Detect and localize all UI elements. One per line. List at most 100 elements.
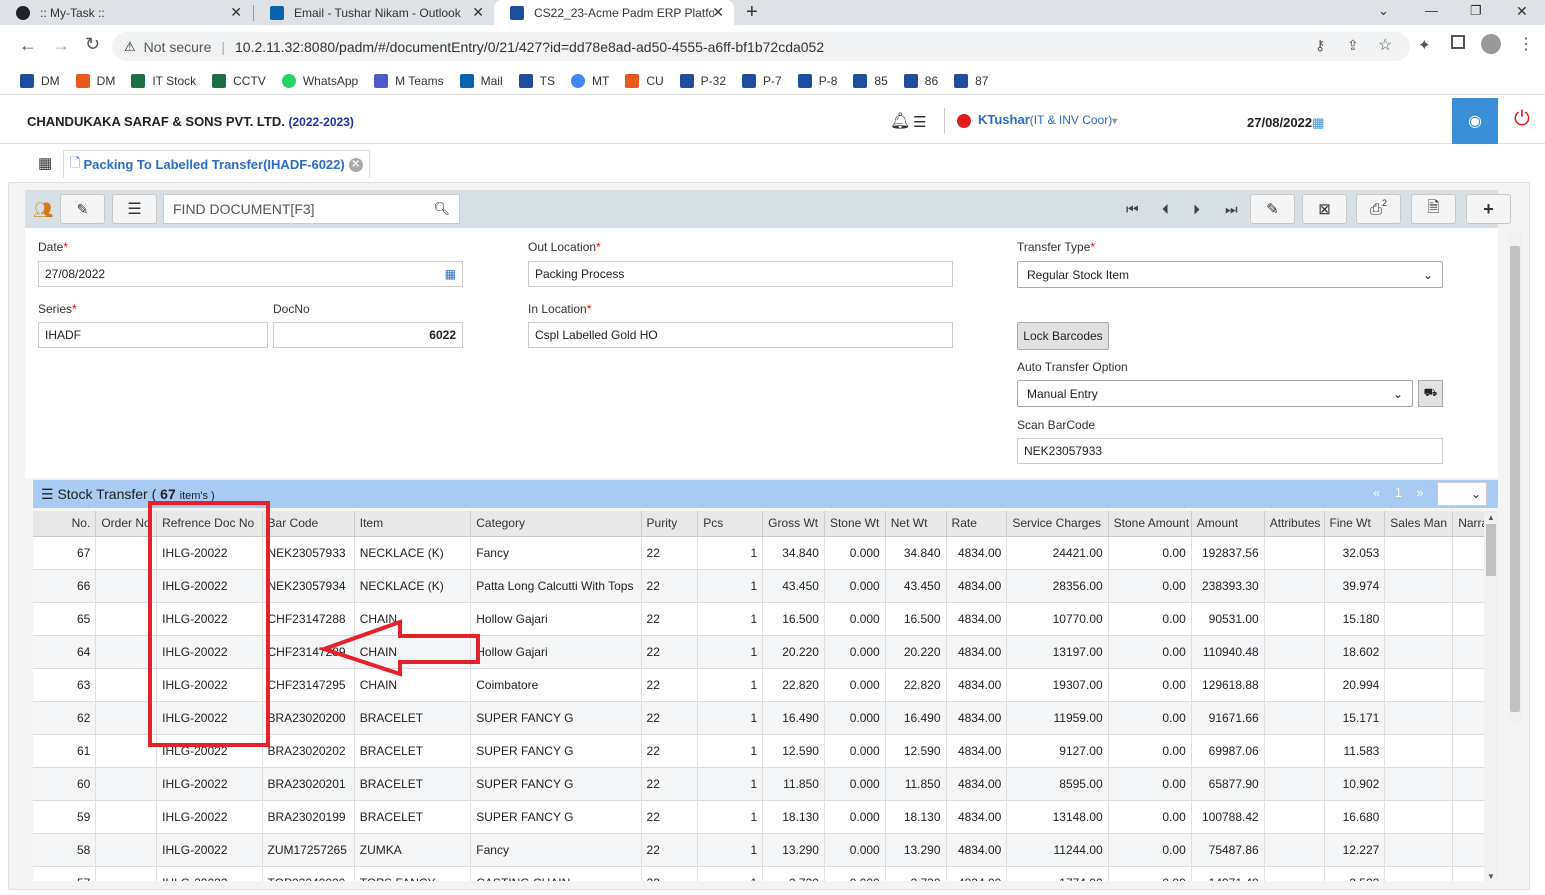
bookmark-item[interactable]: P-8: [797, 73, 837, 88]
column-header[interactable]: Gross Wt: [762, 511, 825, 537]
table-row[interactable]: 59 IHLG-20022 BRA23020199 BRACELET SUPER FAN…: [33, 800, 1498, 834]
column-header[interactable]: Item: [354, 511, 472, 537]
auto-transfer-select[interactable]: Manual Entry ⌄: [1017, 380, 1413, 407]
bookmark-item[interactable]: TS: [518, 73, 555, 88]
bookmark-item[interactable]: MT: [571, 73, 609, 88]
bookmark-item[interactable]: P-32: [679, 73, 726, 88]
header-date[interactable]: 27/08/2022▦: [1247, 115, 1324, 131]
card-icon[interactable]: ☰: [913, 113, 926, 131]
series-field[interactable]: IHADF: [38, 322, 268, 348]
extensions-icon[interactable]: ✦: [1418, 36, 1431, 54]
column-header[interactable]: Rate: [946, 511, 1008, 537]
previous-record-icon[interactable]: ⏴: [1162, 201, 1169, 218]
page-scrollbar[interactable]: [1508, 232, 1522, 722]
edit-list-button[interactable]: ✎: [60, 194, 105, 224]
bookmark-item[interactable]: 87: [954, 73, 988, 88]
browser-tab-outlook[interactable]: Email - Tushar Nikam - Outlook ✕: [254, 0, 494, 25]
column-header[interactable]: Purity: [641, 511, 699, 537]
lock-barcodes-button[interactable]: Lock Barcodes: [1017, 322, 1109, 350]
power-icon[interactable]: ⏻: [1514, 108, 1530, 131]
tab-packing-transfer[interactable]: 🗋︎ Packing To Labelled Transfer(IHADF-60…: [63, 150, 370, 178]
add-button[interactable]: +: [1466, 194, 1511, 224]
bookmark-item[interactable]: M Teams: [374, 73, 444, 88]
print-button[interactable]: ⎙ 2: [1356, 194, 1401, 224]
bookmark-item[interactable]: WhatsApp: [281, 73, 358, 88]
bookmark-item[interactable]: P-7: [742, 73, 782, 88]
grid-scrollbar[interactable]: ▲ ▼: [1484, 513, 1498, 881]
menu-kebab-icon[interactable]: ⋮: [1518, 34, 1534, 54]
browser-tab-erp[interactable]: CS22_23-Acme Padm ERP Platfor ✕: [494, 0, 734, 25]
edit-button[interactable]: ✎: [1250, 194, 1295, 224]
bookmark-star-icon[interactable]: ☆: [1378, 35, 1392, 55]
column-header[interactable]: Pcs: [697, 511, 764, 537]
close-icon[interactable]: ✕: [230, 4, 242, 21]
date-field[interactable]: 27/08/2022 ▦: [38, 261, 463, 287]
auto-transfer-action-button[interactable]: ⛟: [1418, 380, 1443, 407]
find-document-input[interactable]: FIND DOCUMENT[F3] 🔍︎: [163, 194, 460, 224]
column-header[interactable]: Category: [470, 511, 642, 537]
bookmark-item[interactable]: 86: [903, 73, 938, 88]
column-header[interactable]: No.: [33, 511, 97, 537]
browser-tab-mytask[interactable]: :: My-Task :: ✕: [0, 0, 252, 25]
column-header[interactable]: Stone Amount: [1108, 511, 1192, 537]
transfer-type-select[interactable]: Regular Stock Item ⌄: [1017, 261, 1443, 288]
out-location-field[interactable]: Packing Process: [528, 261, 953, 287]
column-header[interactable]: Sales Man: [1384, 511, 1454, 537]
bookmark-item[interactable]: Mail: [459, 73, 503, 88]
forward-icon[interactable]: →: [52, 35, 70, 56]
grid-scrollbar-thumb[interactable]: [1486, 524, 1496, 576]
column-header[interactable]: Attributes: [1264, 511, 1325, 537]
column-header[interactable]: Stone Wt: [824, 511, 886, 537]
calendar-icon[interactable]: ▦: [445, 267, 456, 281]
bookmark-item[interactable]: 85: [853, 73, 888, 88]
list-button[interactable]: ☰: [112, 194, 157, 224]
docno-field[interactable]: 6022: [273, 322, 463, 348]
table-row[interactable]: 60 IHLG-20022 BRA23020201 BRACELET SUPER FAN…: [33, 767, 1498, 801]
table-row[interactable]: 58 IHLG-20022 ZUM17257265 ZUMKA Fancy 22 1 13.2…: [33, 833, 1498, 867]
restore-icon[interactable]: ❐: [1470, 3, 1482, 19]
profile-icon[interactable]: [1481, 34, 1501, 54]
bell-icon[interactable]: 🔔︎: [890, 111, 910, 131]
bookmark-item[interactable]: DM: [75, 73, 115, 88]
reload-icon[interactable]: ↻: [85, 34, 100, 55]
url-text[interactable]: 10.2.11.32:8080/padm/#/documentEntry/0/2…: [235, 39, 824, 55]
close-icon[interactable]: ✕: [712, 4, 724, 21]
next-record-icon[interactable]: ⏵: [1193, 201, 1200, 218]
table-row[interactable]: 57 IHLG-20022TOP23040020TOPS FANCYCASTING…: [33, 866, 1498, 881]
new-tab-button[interactable]: +: [746, 1, 758, 24]
column-header[interactable]: Fine Wt: [1324, 511, 1386, 537]
back-icon[interactable]: ←: [19, 35, 37, 56]
bookmark-item[interactable]: CCTV: [212, 73, 266, 88]
bookmark-item[interactable]: IT Stock: [131, 73, 196, 88]
column-header[interactable]: Amount: [1191, 511, 1265, 537]
bookmark-item[interactable]: DM: [20, 73, 60, 88]
page-scrollbar-thumb[interactable]: [1510, 246, 1520, 712]
sidepanel-icon[interactable]: [1451, 35, 1465, 49]
scan-barcode-field[interactable]: NEK23057933: [1017, 438, 1443, 464]
minimize-icon[interactable]: —: [1425, 3, 1438, 18]
bookmark-item[interactable]: CU: [625, 73, 664, 88]
last-record-icon[interactable]: ⏭: [1225, 201, 1238, 218]
close-circle-icon[interactable]: ✕: [348, 157, 363, 172]
users-icon[interactable]: 👥︎: [33, 200, 53, 220]
column-header[interactable]: Net Wt: [885, 511, 947, 537]
report-button[interactable]: 🗎︎: [1411, 194, 1456, 224]
pager-prev[interactable]: «: [1373, 485, 1380, 500]
key-icon[interactable]: ⚷: [1315, 37, 1325, 54]
url-box[interactable]: ⚠ Not secure | 10.2.11.32:8080/padm/#/do…: [112, 32, 1410, 61]
pager-next[interactable]: »: [1416, 485, 1423, 500]
first-record-icon[interactable]: ⏮: [1126, 201, 1140, 218]
user-menu[interactable]: KTushar(IT & INV Coor)▾: [978, 112, 1117, 127]
share-icon[interactable]: ⇪: [1347, 37, 1359, 54]
in-location-field[interactable]: Cspl Labelled Gold HO: [528, 322, 953, 348]
search-icon[interactable]: 🔍︎: [433, 201, 450, 217]
grid-menu-icon[interactable]: ▦: [38, 154, 52, 172]
close-icon[interactable]: ✕: [472, 4, 484, 21]
delete-button[interactable]: ⊠: [1302, 194, 1347, 224]
column-header[interactable]: Bar Code: [262, 511, 355, 537]
hide-eye-button[interactable]: ◉: [1452, 98, 1498, 144]
window-close-icon[interactable]: ✕: [1516, 3, 1528, 20]
page-size-select[interactable]: ⌄: [1437, 482, 1487, 506]
pager-page[interactable]: 1: [1395, 485, 1402, 500]
tab-search-icon[interactable]: ⌄: [1378, 3, 1389, 19]
